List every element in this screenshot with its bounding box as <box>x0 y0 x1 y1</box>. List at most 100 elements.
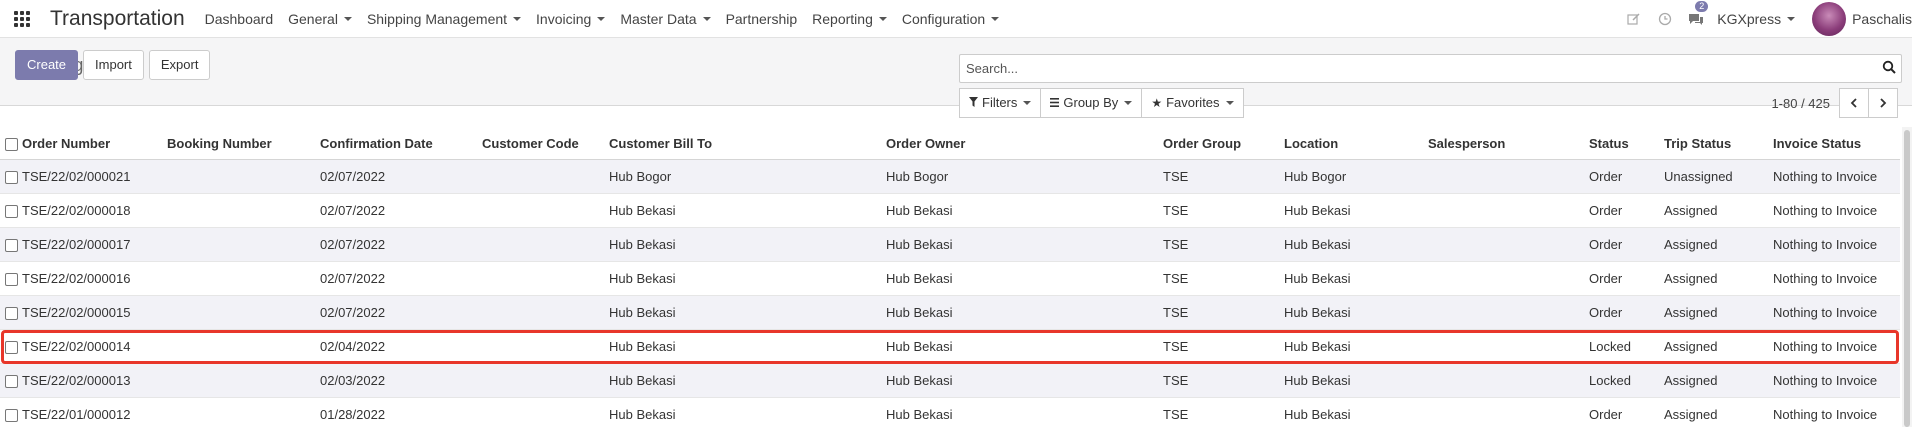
cell-location: Hub Bekasi <box>1284 330 1428 364</box>
column-header-order-number[interactable]: Order Number <box>22 127 167 160</box>
import-button[interactable]: Import <box>83 50 144 80</box>
menu-item-label: Reporting <box>812 11 873 27</box>
row-checkbox[interactable] <box>5 239 18 252</box>
row-checkbox[interactable] <box>5 205 18 218</box>
column-header-customer-bill-to[interactable]: Customer Bill To <box>609 127 886 160</box>
user-name[interactable]: Paschalis <box>1852 11 1912 27</box>
cell-customer-code <box>482 228 609 262</box>
menu-item-label: Invoicing <box>536 11 591 27</box>
company-switcher[interactable]: KGXpress <box>1717 11 1795 27</box>
menu-item-label: Master Data <box>620 11 696 27</box>
menu-item-general[interactable]: General <box>288 11 352 27</box>
row-select-cell <box>0 296 22 330</box>
messages-badge: 2 <box>1695 1 1708 12</box>
cell-order-owner: Hub Bekasi <box>886 262 1163 296</box>
cell-order-number: TSE/22/02/000016 <box>22 262 167 296</box>
row-checkbox[interactable] <box>5 341 18 354</box>
column-header-booking-number[interactable]: Booking Number <box>167 127 320 160</box>
row-checkbox[interactable] <box>5 375 18 388</box>
scrollbar-thumb[interactable] <box>1904 130 1910 427</box>
row-checkbox[interactable] <box>5 307 18 320</box>
cell-customer-bill-to: Hub Bekasi <box>609 228 886 262</box>
column-header-confirmation-date[interactable]: Confirmation Date <box>320 127 482 160</box>
column-header-location[interactable]: Location <box>1284 127 1428 160</box>
cell-salesperson <box>1428 296 1589 330</box>
cell-booking-number <box>167 262 320 296</box>
select-all-cell <box>0 127 22 160</box>
table-row[interactable]: TSE/22/02/00002102/07/2022Hub BogorHub B… <box>0 160 1900 194</box>
menu-item-partnership[interactable]: Partnership <box>726 11 798 27</box>
column-header-order-group[interactable]: Order Group <box>1163 127 1284 160</box>
cell-location: Hub Bekasi <box>1284 364 1428 398</box>
menu-item-shipping-management[interactable]: Shipping Management <box>367 11 521 27</box>
cell-order-number: TSE/22/02/000018 <box>22 194 167 228</box>
cell-order-group: TSE <box>1163 330 1284 364</box>
cell-status: Locked <box>1589 364 1664 398</box>
cell-booking-number <box>167 398 320 431</box>
cell-order-owner: Hub Bekasi <box>886 364 1163 398</box>
chevron-down-icon <box>879 17 887 21</box>
row-checkbox[interactable] <box>5 409 18 422</box>
cell-order-group: TSE <box>1163 194 1284 228</box>
menu-item-invoicing[interactable]: Invoicing <box>536 11 605 27</box>
row-checkbox[interactable] <box>5 171 18 184</box>
group-by-button[interactable]: Group By <box>1040 88 1142 118</box>
column-header-customer-code[interactable]: Customer Code <box>482 127 609 160</box>
edit-icon[interactable] <box>1624 9 1644 29</box>
pager-next-button[interactable] <box>1868 88 1898 118</box>
table-row[interactable]: TSE/22/02/00001802/07/2022Hub BekasiHub … <box>0 194 1900 228</box>
create-button[interactable]: Create <box>15 50 78 80</box>
cell-booking-number <box>167 330 320 364</box>
cell-location: Hub Bekasi <box>1284 262 1428 296</box>
column-header-salesperson[interactable]: Salesperson <box>1428 127 1589 160</box>
table-row[interactable]: TSE/22/02/00001402/04/2022Hub BekasiHub … <box>0 330 1900 364</box>
orders-table: Order NumberBooking NumberConfirmation D… <box>0 127 1900 431</box>
menu-item-label: General <box>288 11 338 27</box>
chat-icon[interactable]: 2 <box>1686 9 1706 29</box>
cell-order-group: TSE <box>1163 398 1284 431</box>
column-header-trip-status[interactable]: Trip Status <box>1664 127 1773 160</box>
app-brand[interactable]: Transportation <box>50 7 185 31</box>
column-header-status[interactable]: Status <box>1589 127 1664 160</box>
list-icon <box>1050 89 1059 117</box>
table-row[interactable]: TSE/22/02/00001602/07/2022Hub BekasiHub … <box>0 262 1900 296</box>
filters-button[interactable]: Filters <box>959 88 1041 118</box>
table-row[interactable]: TSE/22/02/00001702/07/2022Hub BekasiHub … <box>0 228 1900 262</box>
table-row[interactable]: TSE/22/02/00001302/03/2022Hub BekasiHub … <box>0 364 1900 398</box>
cell-confirmation-date: 02/07/2022 <box>320 160 482 194</box>
row-checkbox[interactable] <box>5 273 18 286</box>
cell-booking-number <box>167 228 320 262</box>
cell-booking-number <box>167 160 320 194</box>
cell-customer-code <box>482 194 609 228</box>
row-select-cell <box>0 330 22 364</box>
table-row[interactable]: TSE/22/02/00001502/07/2022Hub BekasiHub … <box>0 296 1900 330</box>
clock-icon[interactable] <box>1655 9 1675 29</box>
column-header-order-owner[interactable]: Order Owner <box>886 127 1163 160</box>
cell-order-owner: Hub Bogor <box>886 160 1163 194</box>
top-navbar: Transportation Dashboard General Shipping … <box>0 0 1912 38</box>
menu-item-configuration[interactable]: Configuration <box>902 11 999 27</box>
row-select-cell <box>0 262 22 296</box>
column-header-invoice-status[interactable]: Invoice Status <box>1773 127 1900 160</box>
apps-grid-icon[interactable] <box>14 11 30 27</box>
avatar[interactable] <box>1812 2 1846 36</box>
select-all-checkbox[interactable] <box>5 138 18 151</box>
menu-item-master-data[interactable]: Master Data <box>620 11 710 27</box>
row-select-cell <box>0 398 22 431</box>
chevron-down-icon <box>513 17 521 21</box>
search-input[interactable] <box>960 55 1868 82</box>
pager-previous-button[interactable] <box>1839 88 1869 118</box>
table-row[interactable]: TSE/22/01/00001201/28/2022Hub BekasiHub … <box>0 398 1900 431</box>
search-icon[interactable] <box>1882 60 1896 74</box>
pager-value[interactable]: 1-80 / 425 <box>1771 96 1830 111</box>
export-button[interactable]: Export <box>149 50 211 80</box>
cell-salesperson <box>1428 262 1589 296</box>
chevron-down-icon <box>1226 101 1234 105</box>
cell-order-owner: Hub Bekasi <box>886 330 1163 364</box>
cell-confirmation-date: 02/03/2022 <box>320 364 482 398</box>
menu-item-dashboard[interactable]: Dashboard <box>205 11 274 27</box>
favorites-button[interactable]: ★ Favorites <box>1141 88 1243 118</box>
cell-customer-code <box>482 296 609 330</box>
chevron-down-icon <box>703 17 711 21</box>
menu-item-reporting[interactable]: Reporting <box>812 11 887 27</box>
